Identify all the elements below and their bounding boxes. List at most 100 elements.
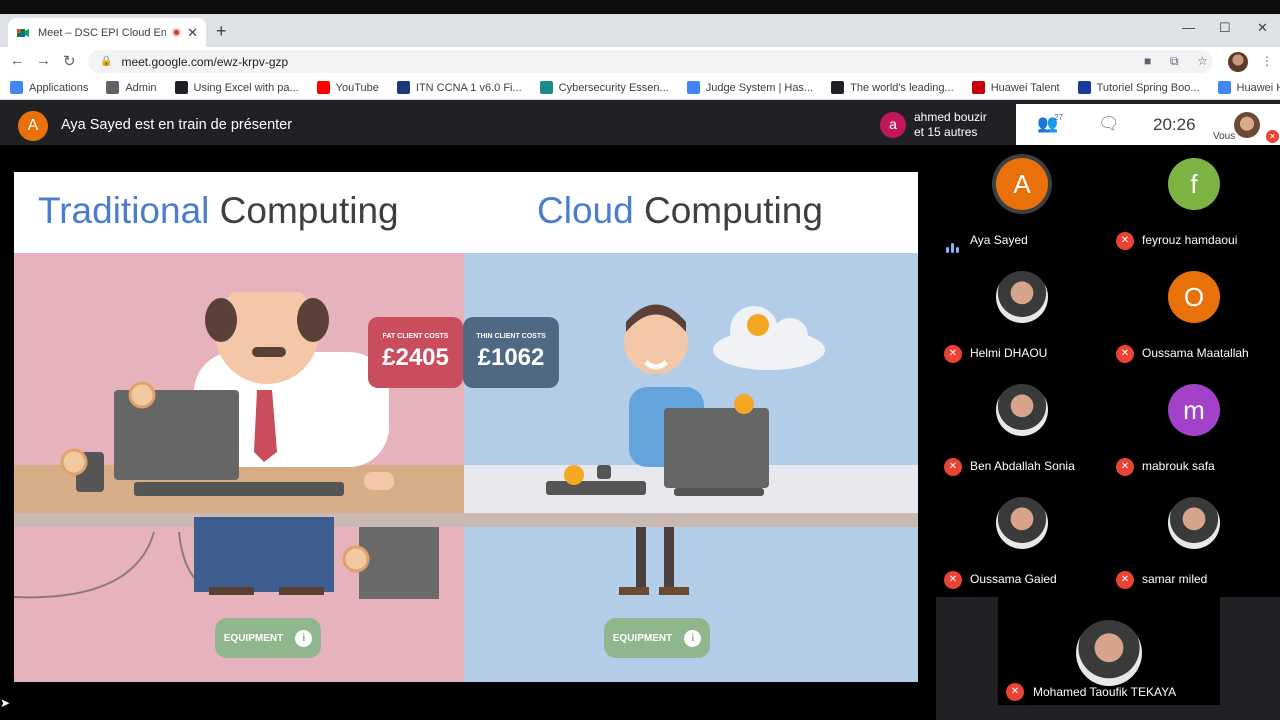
- bookmark-label: Cybersecurity Essen...: [558, 81, 669, 94]
- udemy-icon: [174, 81, 188, 94]
- participant-name: mabrouk safa: [1142, 459, 1215, 473]
- maximize-button[interactable]: ☐: [1219, 20, 1231, 36]
- participant-tile[interactable]: ✕ Helmi DHAOU: [936, 258, 1108, 371]
- bookmark-item[interactable]: Applications: [10, 81, 88, 94]
- bookmark-label: Using Excel with pa...: [193, 81, 299, 94]
- github-icon: [831, 81, 845, 94]
- notification-line2: et 15 autres: [914, 124, 978, 139]
- bookmark-label: Admin: [125, 81, 157, 94]
- people-count: 27: [1054, 113, 1063, 122]
- info-icon: i: [684, 629, 702, 647]
- info-icon: i: [295, 629, 313, 647]
- participant-name: Mohamed Taoufik TEKAYA: [1033, 685, 1177, 699]
- participant-tile[interactable]: ✕ Ben Abdallah Sonia: [936, 371, 1108, 484]
- bookmark-item[interactable]: Judge System | Has...: [686, 81, 814, 94]
- netacad-icon: [539, 81, 553, 94]
- menu-kebab-icon[interactable]: ⋮: [1261, 54, 1273, 68]
- bookmark-item[interactable]: Tutoriel Spring Boo...: [1077, 81, 1200, 94]
- translate-icon[interactable]: ⧉: [1170, 54, 1179, 69]
- slide-title-left: Traditional Computing: [38, 190, 399, 232]
- bookmark-item[interactable]: ITN CCNA 1 v6.0 Fi...: [396, 81, 522, 94]
- address-bar[interactable]: 🔒 meet.google.com/ewz-krpv-gzp: [88, 50, 1213, 73]
- close-window-button[interactable]: ✕: [1257, 20, 1268, 36]
- back-button[interactable]: ←: [10, 52, 25, 69]
- equipment-badge-left: EQUIPMENT i: [215, 618, 321, 658]
- apps-grid-icon: [10, 81, 23, 94]
- docs-icon: [1217, 81, 1231, 94]
- bookmark-item[interactable]: Cybersecurity Essen...: [539, 81, 669, 94]
- participant-photo: [996, 271, 1048, 323]
- recording-icon: [172, 28, 182, 37]
- participant-avatar: O: [1168, 271, 1220, 323]
- participant-name: feyrouz hamdaoui: [1142, 233, 1238, 247]
- bookmark-label: Applications: [29, 81, 89, 94]
- presenter-avatar: A: [18, 111, 48, 141]
- mic-off-icon: ✕: [1116, 345, 1134, 363]
- participant-photo: [1168, 497, 1220, 549]
- bookmark-item[interactable]: Huawei Talent: [971, 81, 1060, 94]
- chat-icon[interactable]: 🗨: [1098, 114, 1120, 134]
- participant-photo: [996, 384, 1048, 436]
- participant-tile[interactable]: f ✕ feyrouz hamdaoui: [1108, 145, 1280, 258]
- mic-off-icon: ✕: [1006, 683, 1024, 701]
- participants-grid: A Aya Sayed f ✕ feyrouz hamdaoui ✕ Helmi DHAOU…: [936, 145, 1280, 597]
- new-tab-button[interactable]: +: [216, 21, 227, 42]
- thin-client-label: THIN CLIENT COSTS: [476, 333, 546, 340]
- url-text: meet.google.com/ewz-krpv-gzp: [121, 54, 289, 69]
- bookmark-label: Huawei H12-211 Ex...: [1236, 81, 1280, 94]
- camera-icon[interactable]: ■: [1144, 54, 1151, 68]
- tab-title: Meet – DSC EPI Cloud Engin: [38, 26, 167, 39]
- mic-off-icon: ✕: [944, 571, 962, 589]
- equipment-right-label: EQUIPMENT: [612, 632, 673, 644]
- bookmark-item[interactable]: Huawei H12-211 Ex...: [1217, 81, 1280, 94]
- notification-avatar: a: [880, 111, 906, 138]
- notification-line1: ahmed bouzir: [914, 109, 987, 124]
- title-left-rest: Computing: [209, 190, 399, 231]
- fat-client-cost-card: FAT CLIENT COSTS £2405: [368, 317, 463, 388]
- bookmark-label: Huawei Talent: [990, 81, 1060, 94]
- participant-avatar: f: [1168, 158, 1220, 210]
- participant-name: Aya Sayed: [970, 233, 1028, 247]
- bookmark-label: Judge System | Has...: [705, 81, 814, 94]
- participant-tile[interactable]: A Aya Sayed: [936, 145, 1108, 258]
- bookmark-item[interactable]: Using Excel with pa...: [174, 81, 299, 94]
- bookmark-label: YouTube: [335, 81, 379, 94]
- bookmarks-bar: Applications Admin Using Excel with pa... Y…: [0, 76, 1280, 100]
- reload-button[interactable]: ↻: [63, 52, 76, 70]
- minimize-button[interactable]: —: [1182, 20, 1195, 35]
- participant-tile[interactable]: m ✕ mabrouk safa: [1108, 371, 1280, 484]
- self-label: Vous: [1213, 131, 1236, 142]
- presenter-status: Aya Sayed est en train de présenter: [61, 117, 293, 133]
- star-icon[interactable]: ☆: [1197, 54, 1208, 68]
- title-right-rest: Computing: [633, 190, 823, 231]
- participant-photo: [996, 497, 1048, 549]
- mic-off-icon: ✕: [944, 345, 962, 363]
- bookmark-item[interactable]: YouTube: [316, 81, 379, 94]
- globe-icon: [106, 81, 120, 94]
- c7-icon: [396, 81, 410, 94]
- participant-name: Helmi DHAOU: [970, 346, 1048, 360]
- huawei-icon: [971, 81, 985, 94]
- forward-button[interactable]: →: [36, 52, 51, 69]
- speaking-indicator-icon: [946, 235, 962, 253]
- thin-client-value: £1062: [477, 344, 545, 371]
- participant-tile[interactable]: O ✕ Oussama Maatallah: [1108, 258, 1280, 371]
- equipment-badge-right: EQUIPMENT i: [604, 618, 710, 658]
- bookmark-item[interactable]: Admin: [106, 81, 157, 94]
- mic-off-icon: ✕: [1116, 571, 1134, 589]
- join-notification: a ahmed bouzir et 15 autres: [872, 106, 1016, 143]
- youtube-icon: [316, 81, 330, 94]
- participant-tile[interactable]: ✕ samar miled: [1108, 484, 1280, 597]
- browser-tab-meet[interactable]: Meet – DSC EPI Cloud Engin ✕: [8, 18, 206, 47]
- mouse-cursor-icon: ➤: [0, 696, 11, 710]
- participant-name: samar miled: [1142, 572, 1208, 586]
- participant-tile[interactable]: ✕ Oussama Gaied: [936, 484, 1108, 597]
- participant-name: Oussama Maatallah: [1142, 346, 1249, 360]
- profile-avatar[interactable]: [1228, 52, 1248, 72]
- close-tab-icon[interactable]: ✕: [187, 25, 198, 41]
- lock-icon: 🔒: [100, 56, 113, 67]
- bookmark-item[interactable]: The world's leading...: [831, 81, 954, 94]
- mic-off-icon: ✕: [944, 458, 962, 476]
- participant-avatar: A: [996, 158, 1048, 210]
- participant-tile[interactable]: ✕ Mohamed Taoufik TEKAYA: [998, 597, 1220, 705]
